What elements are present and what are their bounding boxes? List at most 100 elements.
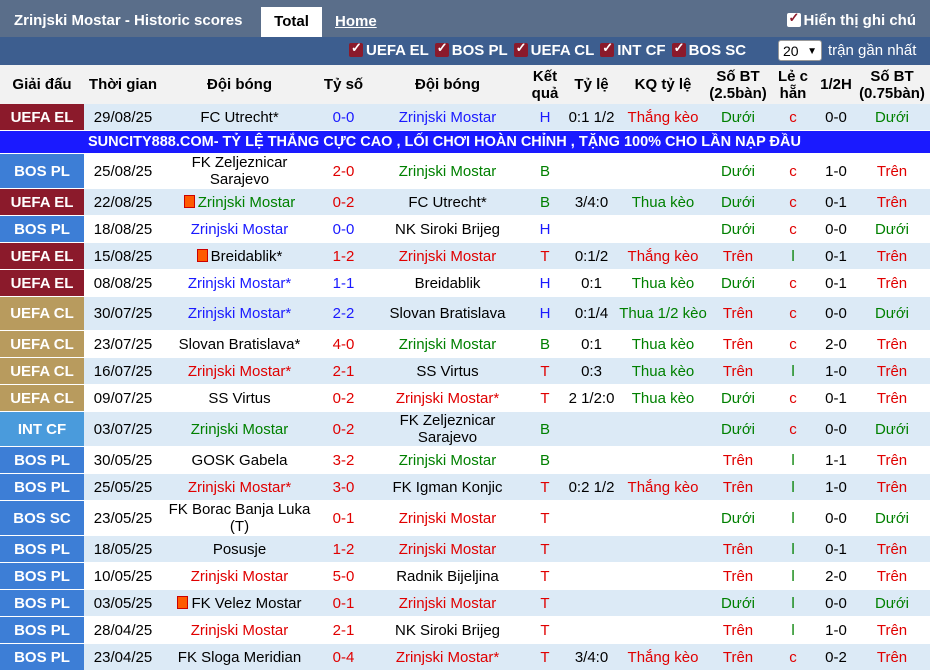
- match-score[interactable]: 2-0: [317, 153, 370, 189]
- competition-badge[interactable]: BOS PL: [0, 446, 84, 474]
- odd-even-result: c: [768, 104, 818, 131]
- home-team-cell[interactable]: Zrinjski Mostar: [162, 188, 317, 216]
- filter-bos-sc[interactable]: BOS SC: [671, 40, 746, 59]
- away-team-cell[interactable]: Zrinjski Mostar: [370, 153, 525, 189]
- match-score[interactable]: 0-2: [317, 188, 370, 216]
- away-team-cell[interactable]: Radnik Bijeljina: [370, 562, 525, 590]
- away-team-cell[interactable]: FK Igman Konjic: [370, 473, 525, 501]
- match-score[interactable]: 0-1: [317, 500, 370, 536]
- match-score[interactable]: 0-4: [317, 643, 370, 671]
- competition-badge[interactable]: UEFA CL: [0, 330, 84, 358]
- ad-banner[interactable]: SUNCITY888.COM- TỶ LỆ THẮNG CỰC CAO , LỐ…: [0, 130, 930, 154]
- competition-badge[interactable]: UEFA EL: [0, 104, 84, 131]
- show-notes-toggle[interactable]: Hiển thị ghi chú: [786, 10, 916, 29]
- filter-label: UEFA CL: [530, 42, 595, 59]
- checkbox-icon[interactable]: [434, 40, 449, 57]
- away-team-cell[interactable]: Zrinjski Mostar: [370, 446, 525, 474]
- match-score[interactable]: 0-2: [317, 411, 370, 447]
- odds-value: [565, 411, 618, 447]
- competition-badge[interactable]: BOS PL: [0, 616, 84, 644]
- away-team-cell[interactable]: NK Siroki Brijeg: [370, 215, 525, 243]
- home-team-cell[interactable]: Slovan Bratislava*: [162, 330, 317, 358]
- match-score[interactable]: 0-1: [317, 589, 370, 617]
- match-score[interactable]: 2-2: [317, 296, 370, 331]
- home-team-cell[interactable]: FK Borac Banja Luka (T): [162, 500, 317, 536]
- home-team-cell[interactable]: Breidablik*: [162, 242, 317, 270]
- competition-badge[interactable]: BOS PL: [0, 473, 84, 501]
- checkbox-icon[interactable]: [786, 10, 801, 27]
- competition-badge[interactable]: BOS SC: [0, 500, 84, 536]
- away-team-cell[interactable]: Breidablik: [370, 269, 525, 297]
- home-team-cell[interactable]: Zrinjski Mostar*: [162, 269, 317, 297]
- away-team-cell[interactable]: NK Siroki Brijeg: [370, 616, 525, 644]
- home-team-cell[interactable]: FK Velez Mostar: [162, 589, 317, 617]
- checkbox-icon[interactable]: [671, 40, 686, 57]
- competition-badge[interactable]: UEFA CL: [0, 296, 84, 331]
- competition-badge[interactable]: BOS PL: [0, 562, 84, 590]
- home-team-cell[interactable]: Zrinjski Mostar: [162, 411, 317, 447]
- competition-badge[interactable]: BOS PL: [0, 153, 84, 189]
- match-score[interactable]: 3-0: [317, 473, 370, 501]
- match-score[interactable]: 1-2: [317, 535, 370, 563]
- competition-badge[interactable]: BOS PL: [0, 643, 84, 671]
- home-team-cell[interactable]: SS Virtus: [162, 384, 317, 412]
- match-score[interactable]: 1-2: [317, 242, 370, 270]
- home-team-cell[interactable]: FK Sloga Meridian: [162, 643, 317, 671]
- match-score[interactable]: 0-2: [317, 384, 370, 412]
- away-team-cell[interactable]: SS Virtus: [370, 357, 525, 385]
- away-team-cell[interactable]: Zrinjski Mostar: [370, 104, 525, 131]
- ad-banner-text[interactable]: SUNCITY888.COM- TỶ LỆ THẮNG CỰC CAO , LỐ…: [0, 130, 930, 154]
- home-team-cell[interactable]: Zrinjski Mostar: [162, 215, 317, 243]
- col-goals-075: Số BT (0.75bàn): [854, 65, 930, 104]
- table-row: UEFA EL 22/08/25 Zrinjski Mostar 0-2 FC Utre…: [0, 188, 930, 216]
- competition-badge[interactable]: UEFA CL: [0, 384, 84, 412]
- away-team-cell[interactable]: FC Utrecht*: [370, 188, 525, 216]
- filter-uefa-el[interactable]: UEFA EL: [349, 40, 429, 59]
- away-team-cell[interactable]: FK Zeljeznicar Sarajevo: [370, 411, 525, 447]
- match-score[interactable]: 2-1: [317, 616, 370, 644]
- competition-badge[interactable]: BOS PL: [0, 215, 84, 243]
- match-score[interactable]: 0-0: [317, 104, 370, 131]
- filter-int-cf[interactable]: INT CF: [600, 40, 666, 59]
- competition-badge[interactable]: UEFA EL: [0, 188, 84, 216]
- tab-home[interactable]: Home: [335, 7, 377, 37]
- away-team-cell[interactable]: Zrinjski Mostar: [370, 589, 525, 617]
- home-team-cell[interactable]: Zrinjski Mostar*: [162, 473, 317, 501]
- competition-badge[interactable]: BOS PL: [0, 535, 84, 563]
- home-team-cell[interactable]: GOSK Gabela: [162, 446, 317, 474]
- checkbox-icon[interactable]: [600, 40, 615, 57]
- checkbox-icon[interactable]: [513, 40, 528, 57]
- match-score[interactable]: 1-1: [317, 269, 370, 297]
- away-team-cell[interactable]: Slovan Bratislava: [370, 296, 525, 331]
- match-score[interactable]: 3-2: [317, 446, 370, 474]
- filter-label: UEFA EL: [366, 42, 429, 59]
- competition-badge[interactable]: INT CF: [0, 411, 84, 447]
- home-team-cell[interactable]: Posusje: [162, 535, 317, 563]
- match-score[interactable]: 5-0: [317, 562, 370, 590]
- home-team-cell[interactable]: Zrinjski Mostar*: [162, 296, 317, 331]
- away-team-cell[interactable]: Zrinjski Mostar: [370, 242, 525, 270]
- competition-badge[interactable]: BOS PL: [0, 589, 84, 617]
- home-team-cell[interactable]: FC Utrecht*: [162, 104, 317, 131]
- away-team-cell[interactable]: Zrinjski Mostar: [370, 500, 525, 536]
- match-count-select[interactable]: 20 ▼: [778, 40, 822, 61]
- home-team-cell[interactable]: Zrinjski Mostar: [162, 562, 317, 590]
- home-team-cell[interactable]: Zrinjski Mostar*: [162, 357, 317, 385]
- match-score[interactable]: 4-0: [317, 330, 370, 358]
- away-team-cell[interactable]: Zrinjski Mostar*: [370, 384, 525, 412]
- checkbox-icon[interactable]: [349, 40, 363, 57]
- odd-even-result: c: [768, 384, 818, 412]
- away-team-cell[interactable]: Zrinjski Mostar: [370, 330, 525, 358]
- away-team-cell[interactable]: Zrinjski Mostar*: [370, 643, 525, 671]
- away-team-cell[interactable]: Zrinjski Mostar: [370, 535, 525, 563]
- filter-bos-pl[interactable]: BOS PL: [434, 40, 508, 59]
- tab-total[interactable]: Total: [261, 7, 322, 37]
- competition-badge[interactable]: UEFA EL: [0, 269, 84, 297]
- filter-uefa-cl[interactable]: UEFA CL: [513, 40, 595, 59]
- match-score[interactable]: 0-0: [317, 215, 370, 243]
- competition-badge[interactable]: UEFA CL: [0, 357, 84, 385]
- home-team-cell[interactable]: Zrinjski Mostar: [162, 616, 317, 644]
- home-team-cell[interactable]: FK Zeljeznicar Sarajevo: [162, 153, 317, 189]
- competition-badge[interactable]: UEFA EL: [0, 242, 84, 270]
- match-score[interactable]: 2-1: [317, 357, 370, 385]
